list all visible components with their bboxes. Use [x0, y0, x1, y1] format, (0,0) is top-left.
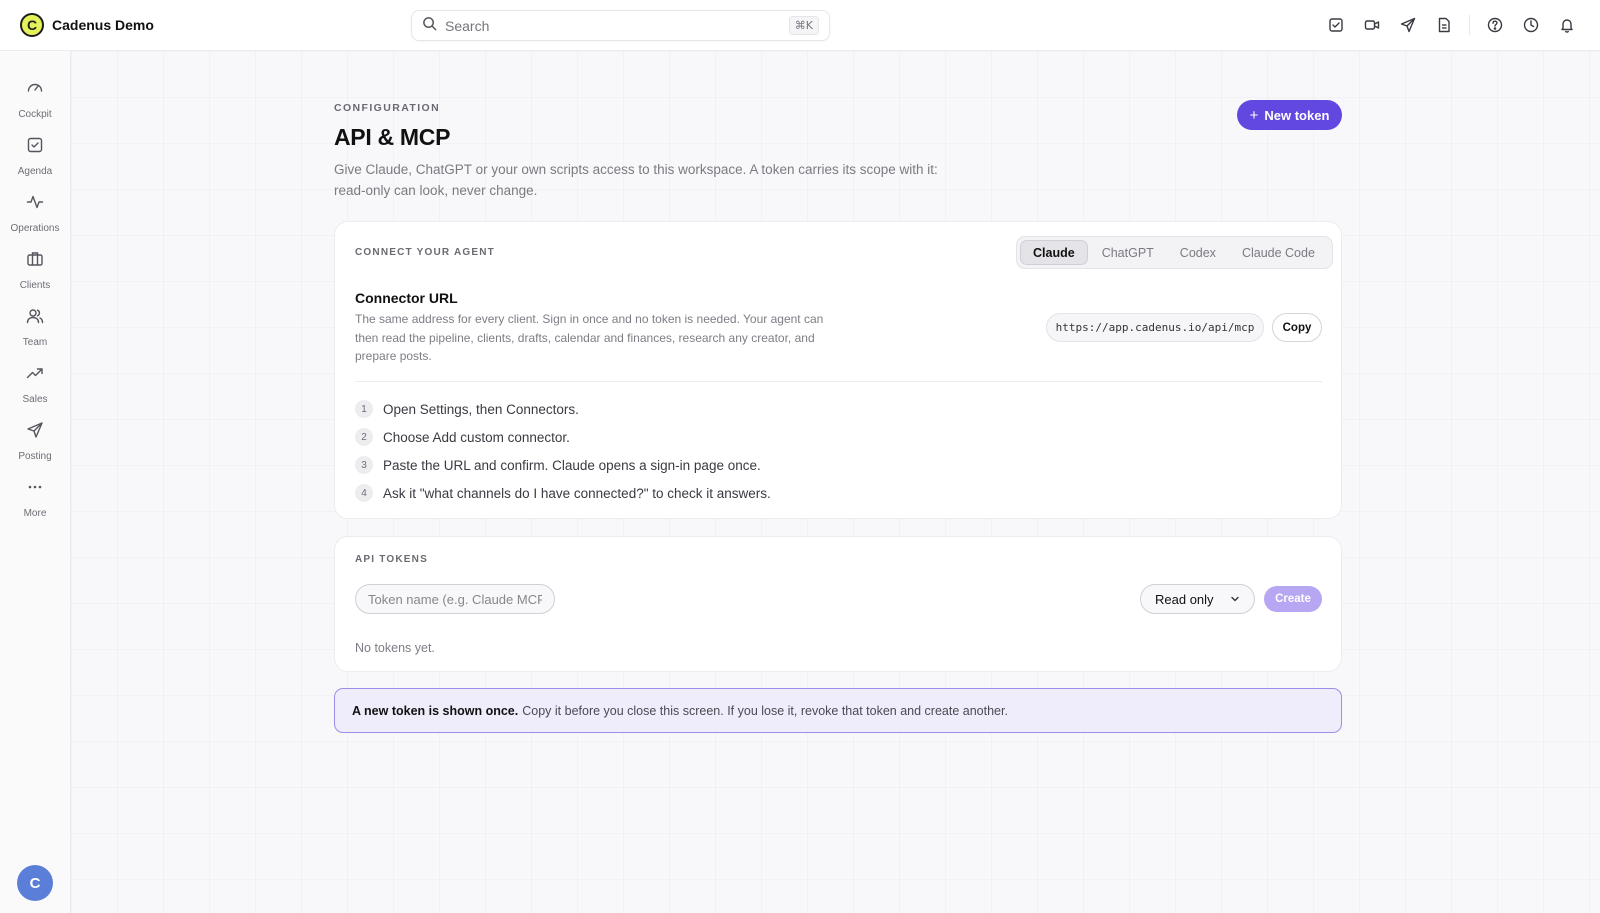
page-description: Give Claude, ChatGPT or your own scripts…: [334, 162, 938, 198]
divider: [355, 381, 1322, 382]
tab-claude[interactable]: Claude: [1020, 240, 1088, 265]
setup-step: 3 Paste the URL and confirm. Claude open…: [355, 456, 761, 474]
tab-codex[interactable]: Codex: [1168, 240, 1228, 265]
sidebar-item-label: Operations: [10, 223, 60, 234]
connect-eyebrow: CONNECT YOUR AGENT: [355, 247, 495, 258]
sidebar-item-label: Posting: [18, 451, 52, 462]
video-icon[interactable]: [1361, 14, 1383, 36]
token-name-input[interactable]: [355, 584, 555, 614]
copy-url-button[interactable]: Copy: [1272, 313, 1322, 342]
create-token-button[interactable]: Create: [1264, 586, 1322, 612]
user-avatar[interactable]: C: [17, 865, 53, 901]
empty-tokens-text: No tokens yet.: [355, 641, 435, 655]
sidebar-item-label: Team: [22, 337, 48, 348]
token-scope-select[interactable]: Read only: [1140, 584, 1255, 614]
toolbar-separator: [1469, 15, 1470, 35]
step-number: 2: [355, 428, 373, 446]
sidebar-item-operations[interactable]: Operations: [0, 193, 70, 234]
gauge-icon: [26, 79, 44, 102]
plus-icon: +: [1249, 106, 1259, 124]
api-tokens-card: API TOKENS Read only Create No tokens ye…: [334, 536, 1342, 672]
tasks-icon[interactable]: [1325, 14, 1347, 36]
sidebar-item-agenda[interactable]: Agenda: [0, 136, 70, 177]
scope-select-value: Read only: [1155, 591, 1214, 607]
document-icon[interactable]: [1433, 14, 1455, 36]
step-text: Ask it "what channels do I have connecte…: [383, 485, 771, 501]
sidebar-item-clients[interactable]: Clients: [0, 250, 70, 291]
api-tokens-eyebrow: API TOKENS: [355, 554, 428, 565]
step-number: 3: [355, 456, 373, 474]
new-token-button[interactable]: + New token: [1237, 100, 1342, 130]
search-bar[interactable]: ⌘K: [411, 10, 830, 41]
help-icon[interactable]: [1484, 14, 1506, 36]
send-icon[interactable]: [1397, 14, 1419, 36]
setup-step: 1 Open Settings, then Connectors.: [355, 400, 579, 418]
sidebar-item-team[interactable]: Team: [0, 307, 70, 348]
search-shortcut: ⌘K: [788, 16, 819, 35]
notice-text: Copy it before you close this screen. If…: [522, 703, 1008, 718]
tab-chatgpt[interactable]: ChatGPT: [1090, 240, 1166, 265]
send-icon: [26, 421, 44, 444]
notice-bold: A new token is shown once.: [352, 703, 519, 718]
sidebar-item-label: Agenda: [17, 166, 53, 177]
trending-up-icon: [26, 364, 44, 387]
connector-url-title: Connector URL: [355, 290, 458, 306]
step-number: 1: [355, 400, 373, 418]
sidebar-item-posting[interactable]: Posting: [0, 421, 70, 462]
search-input[interactable]: [445, 17, 789, 34]
brand-logo: C: [20, 13, 44, 37]
tab-claude-code[interactable]: Claude Code: [1230, 240, 1327, 265]
top-bar: C Cadenus Demo ⌘K: [0, 0, 1600, 51]
sidebar-item-label: Clients: [19, 280, 51, 291]
sidebar-item-label: Sales: [22, 394, 48, 405]
setup-step: 4 Ask it "what channels do I have connec…: [355, 484, 771, 502]
bell-icon[interactable]: [1556, 14, 1578, 36]
setup-step: 2 Choose Add custom connector.: [355, 428, 570, 446]
sidebar-item-label: Cockpit: [18, 109, 52, 120]
step-text: Open Settings, then Connectors.: [383, 401, 579, 417]
new-token-label: New token: [1264, 107, 1330, 123]
users-icon: [26, 307, 44, 330]
brand[interactable]: C Cadenus Demo: [20, 13, 154, 37]
step-text: Choose Add custom connector.: [383, 429, 570, 445]
workspace-name: Cadenus Demo: [52, 17, 154, 33]
clock-icon[interactable]: [1520, 14, 1542, 36]
section-eyebrow: CONFIGURATION: [334, 102, 441, 114]
sidebar-item-cockpit[interactable]: Cockpit: [0, 79, 70, 120]
step-text: Paste the URL and confirm. Claude opens …: [383, 457, 761, 473]
step-number: 4: [355, 484, 373, 502]
ellipsis-icon: [26, 478, 44, 501]
top-actions: [1311, 14, 1578, 36]
agent-tabs: Claude ChatGPT Codex Claude Code: [1016, 236, 1333, 269]
connector-url-value[interactable]: https://app.cadenus.io/api/mcp: [1046, 313, 1264, 342]
chevron-down-icon: [1230, 592, 1240, 607]
search-icon: [422, 16, 437, 36]
sidebar-item-sales[interactable]: Sales: [0, 364, 70, 405]
activity-icon: [26, 193, 44, 216]
connect-agent-card: CONNECT YOUR AGENT Claude ChatGPT Codex …: [334, 221, 1342, 519]
sidebar-item-more[interactable]: More: [0, 478, 70, 519]
sidebar-item-label: More: [23, 508, 47, 519]
checkbox-icon: [26, 136, 44, 159]
page-title: API & MCP: [334, 124, 451, 150]
sidebar: Cockpit Agenda Operations Clients Team S…: [0, 51, 71, 913]
connector-url-description: The same address for every client. Sign …: [355, 312, 824, 363]
token-notice: A new token is shown once. Copy it befor…: [334, 688, 1342, 733]
briefcase-icon: [26, 250, 44, 273]
